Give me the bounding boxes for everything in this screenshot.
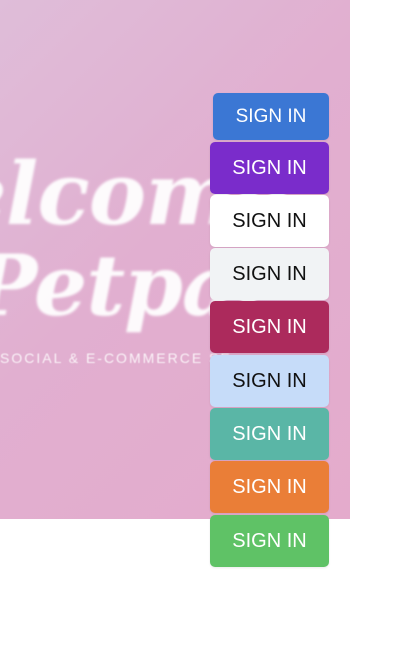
sign-in-button-teal[interactable]: SIGN IN [210,408,329,460]
sign-in-button-crimson[interactable]: SIGN IN [210,301,329,353]
sign-in-button-green[interactable]: SIGN IN [210,515,329,567]
sign-in-button-orange[interactable]: SIGN IN [210,461,329,513]
sign-in-button-purple[interactable]: SIGN IN [210,142,329,194]
sign-in-button-light-gray[interactable]: SIGN IN [210,248,329,300]
sign-in-button-light-blue[interactable]: SIGN IN [210,355,329,407]
sign-in-button-white[interactable]: SIGN IN [210,195,329,247]
hero-tagline: SOCIAL & E-COMMERCE SE [0,350,232,366]
page: elcome Petpal SOCIAL & E-COMMERCE SE SIG… [0,0,418,648]
sign-in-button-blue[interactable]: SIGN IN [213,93,329,140]
